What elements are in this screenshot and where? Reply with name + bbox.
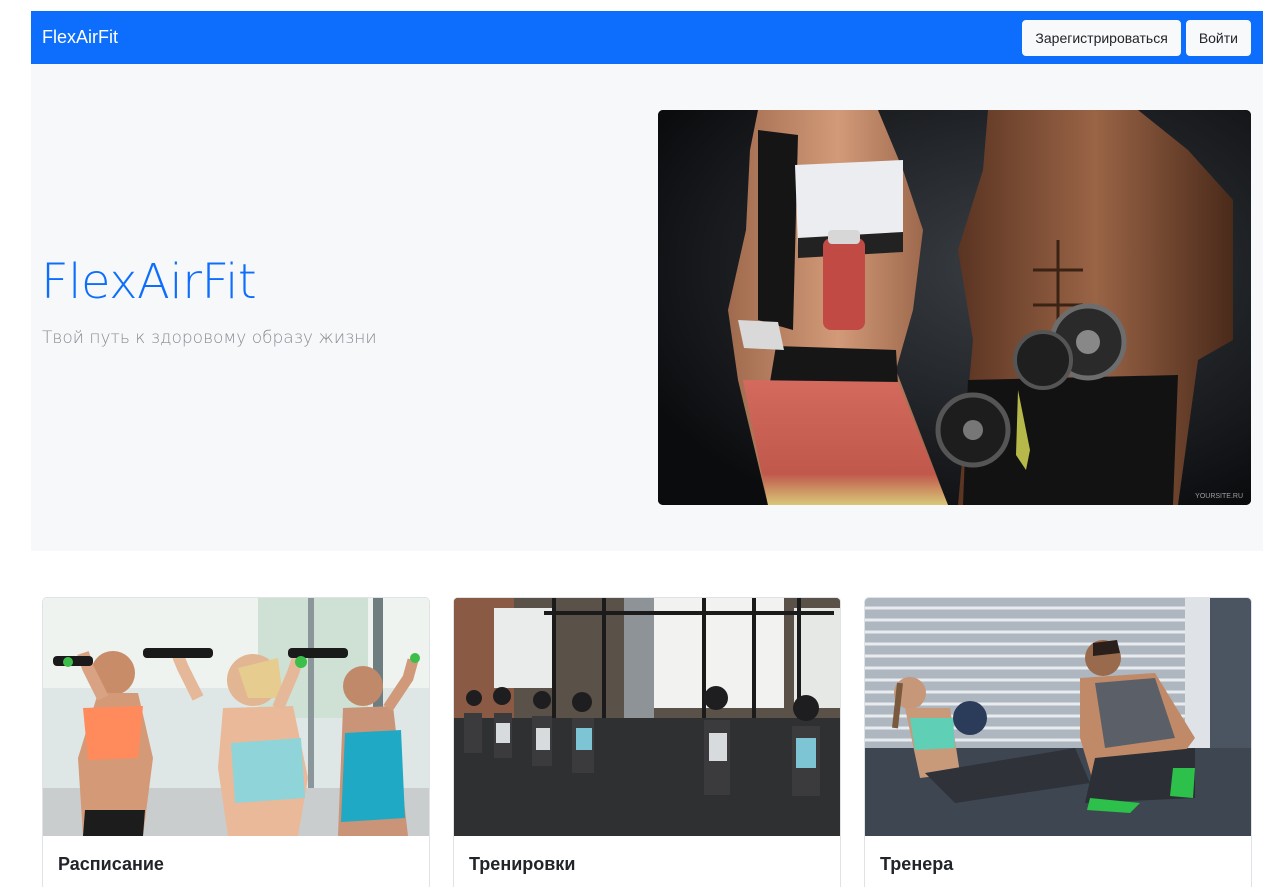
card-workouts-image — [454, 598, 840, 836]
navbar-buttons: Зарегистрироваться Войти — [1022, 19, 1251, 56]
hero-title: FlexAirFit — [41, 254, 257, 310]
card-workouts-title: Тренировки — [469, 854, 576, 874]
hero-section: FlexAirFit Твой путь к здоровому образу … — [31, 64, 1263, 551]
card-schedule-image — [43, 598, 429, 836]
card-trainers[interactable]: Тренера — [864, 597, 1252, 887]
hero-fitness-image: YOURSITE.RU — [658, 110, 1251, 505]
navbar-brand[interactable]: FlexAirFit — [42, 27, 118, 48]
card-schedule-title: Расписание — [58, 854, 164, 874]
navbar: FlexAirFit Зарегистрироваться Войти — [31, 11, 1263, 64]
page: FlexAirFit Зарегистрироваться Войти Flex… — [0, 0, 1280, 887]
hero-subtitle: Твой путь к здоровому образу жизни — [42, 328, 377, 348]
register-button[interactable]: Зарегистрироваться — [1022, 19, 1181, 56]
hero-image-watermark: YOURSITE.RU — [1195, 493, 1243, 500]
card-workouts[interactable]: Тренировки — [453, 597, 841, 887]
card-trainers-title: Тренера — [880, 854, 954, 874]
card-trainers-image — [865, 598, 1251, 836]
login-button[interactable]: Войти — [1185, 19, 1251, 56]
card-schedule[interactable]: Расписание — [42, 597, 430, 887]
